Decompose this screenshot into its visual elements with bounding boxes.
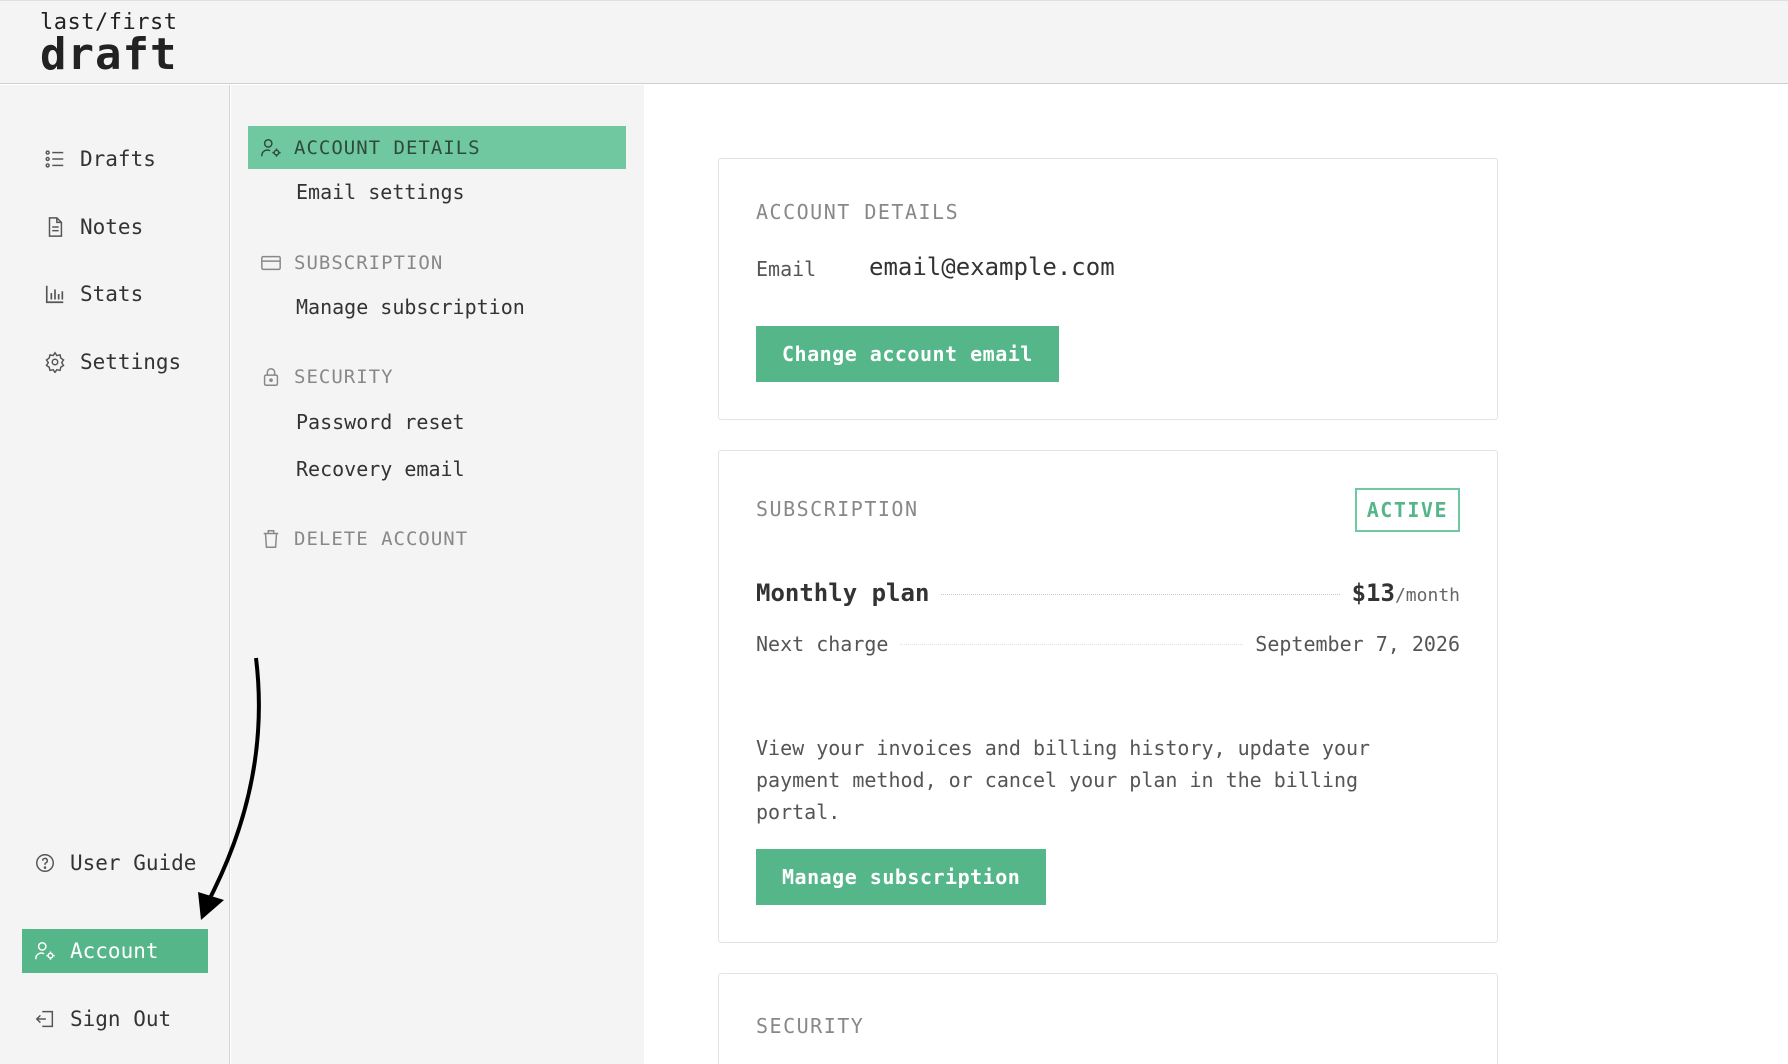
plan-name: Monthly plan (756, 579, 930, 607)
sidebar-item-label: Notes (80, 215, 144, 239)
subnav-recovery-email[interactable]: Recovery email (296, 457, 465, 481)
status-badge: ACTIVE (1354, 488, 1460, 532)
sidebar: Drafts Notes Stats Settings User Guide A… (0, 85, 230, 1064)
document-icon (48, 217, 63, 237)
sidebar-item-label: User Guide (70, 851, 197, 875)
sidebar-item-label: Account (70, 939, 159, 963)
manage-subscription-button[interactable]: Manage subscription (756, 849, 1047, 905)
logo-line-2: draft (40, 29, 178, 80)
subnav-label: DELETE ACCOUNT (294, 527, 469, 550)
account-details-card: ACCOUNT DETAILS Email email@example.com … (718, 158, 1498, 420)
next-charge-label: Next charge (756, 632, 889, 656)
card-title: ACCOUNT DETAILS (756, 200, 960, 224)
bar-chart-icon (45, 285, 64, 304)
sidebar-item-label: Stats (80, 282, 144, 306)
subnav-password-reset[interactable]: Password reset (296, 410, 465, 434)
subnav-subscription[interactable]: SUBSCRIPTION (248, 241, 626, 284)
subnav-label: SECURITY (294, 365, 394, 388)
sidebar-item-stats[interactable]: Stats (44, 276, 143, 312)
change-email-button[interactable]: Change account email (756, 326, 1059, 382)
plan-row: Monthly plan $13 /month (756, 579, 1460, 607)
lock-icon (263, 367, 279, 386)
subscription-card: SUBSCRIPTION ACTIVE Monthly plan $13 /mo… (718, 450, 1498, 943)
subnav-security[interactable]: SECURITY (248, 355, 626, 398)
sidebar-item-label: Sign Out (70, 1007, 172, 1031)
subnav-manage-subscription[interactable]: Manage subscription (296, 295, 525, 319)
subnav-label: SUBSCRIPTION (294, 251, 444, 274)
credit-card-icon (261, 255, 281, 270)
sidebar-item-label: Drafts (80, 147, 156, 171)
app-header: last/first draft (0, 0, 1788, 84)
list-icon (45, 150, 64, 168)
dotted-leader (900, 644, 1244, 645)
app-logo[interactable]: last/first draft (40, 11, 178, 80)
plan-price: $13 (1351, 579, 1395, 607)
security-card: SECURITY (718, 973, 1498, 1064)
card-title: SECURITY (756, 1014, 865, 1038)
card-title: SUBSCRIPTION (756, 497, 919, 521)
gear-icon (45, 351, 65, 373)
user-gear-icon (35, 942, 55, 960)
plan-price-unit: /month (1394, 585, 1460, 606)
sidebar-item-user-guide[interactable]: User Guide (22, 841, 208, 885)
subnav-account-details[interactable]: ACCOUNT DETAILS (248, 126, 626, 169)
subnav-label: ACCOUNT DETAILS (294, 136, 481, 159)
settings-subnav: ACCOUNT DETAILS Email settings SUBSCRIPT… (231, 85, 644, 1064)
email-label: Email (756, 257, 817, 281)
sidebar-item-sign-out[interactable]: Sign Out (22, 997, 208, 1041)
billing-description: View your invoices and billing history, … (756, 736, 1371, 824)
subnav-delete-account[interactable]: DELETE ACCOUNT (248, 517, 626, 560)
sidebar-item-notes[interactable]: Notes (44, 209, 143, 245)
sidebar-item-settings[interactable]: Settings (44, 344, 181, 380)
subnav-email-settings[interactable]: Email settings (296, 180, 465, 204)
dotted-leader (941, 594, 1340, 595)
next-charge-date: September 7, 2026 (1255, 632, 1460, 656)
help-circle-icon (36, 854, 54, 872)
sidebar-item-drafts[interactable]: Drafts (44, 141, 156, 177)
sign-out-icon (35, 1010, 54, 1028)
sidebar-item-label: Settings (80, 350, 182, 374)
trash-icon (263, 529, 279, 548)
next-charge-row: Next charge September 7, 2026 (756, 632, 1460, 656)
sidebar-item-account[interactable]: Account (22, 929, 208, 973)
email-value: email@example.com (869, 253, 1115, 281)
user-gear-icon (261, 138, 281, 157)
